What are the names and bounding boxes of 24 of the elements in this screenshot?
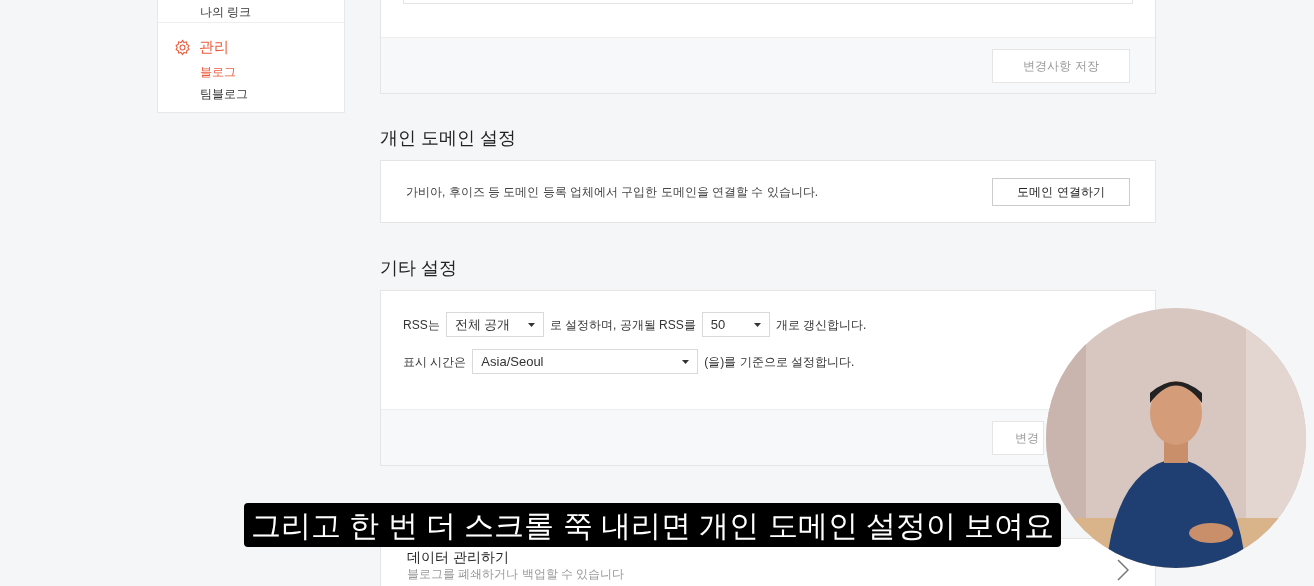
sidebar-section-title[interactable]: 관리 — [174, 36, 344, 59]
section-heading: 기타 설정 — [380, 257, 458, 280]
rss-text: 개로 갱신합니다. — [775, 316, 867, 334]
count-select[interactable]: 50 — [701, 312, 770, 337]
video-subtitle: 그리고 한 번 더 스크롤 쭉 내리면 개인 도메인 설정이 보여요 — [244, 503, 1062, 547]
dropdown-caret-icon — [753, 322, 761, 327]
chevron-right-icon[interactable] — [1117, 559, 1129, 581]
connect-domain-button[interactable]: 도메인 연결하기 — [992, 177, 1130, 206]
section-heading: 개인 도메인 설정 — [380, 127, 517, 150]
dropdown-caret-icon — [682, 359, 690, 364]
dropdown-caret-icon — [527, 322, 535, 327]
gear-icon — [174, 38, 191, 56]
rss-text: 로 설정하며, 공개될 RSS를 — [549, 316, 696, 334]
sidebar-link[interactable]: 나의 링크 — [200, 6, 252, 18]
description-text: 블로그를 폐쇄하거나 백업할 수 있습니다 — [407, 566, 625, 582]
visibility-select[interactable]: 전체 공개 — [445, 312, 544, 337]
sidebar-item[interactable]: 블로그 — [200, 62, 344, 81]
rss-label: RSS는 — [403, 316, 440, 334]
time-text: (을)를 기준으로 설정합니다. — [704, 353, 855, 371]
timezone-select[interactable]: Asia/Seoul — [472, 349, 699, 374]
time-label: 표시 시간은 — [403, 353, 467, 371]
data-management-title[interactable]: 데이터 관리하기 — [407, 549, 625, 565]
description-text: 가비아, 후이즈 등 도메인 등록 업체에서 구입한 도메인을 연결할 수 있습니다. — [406, 183, 818, 201]
sidebar-item[interactable]: 팀블로그 — [200, 84, 344, 103]
